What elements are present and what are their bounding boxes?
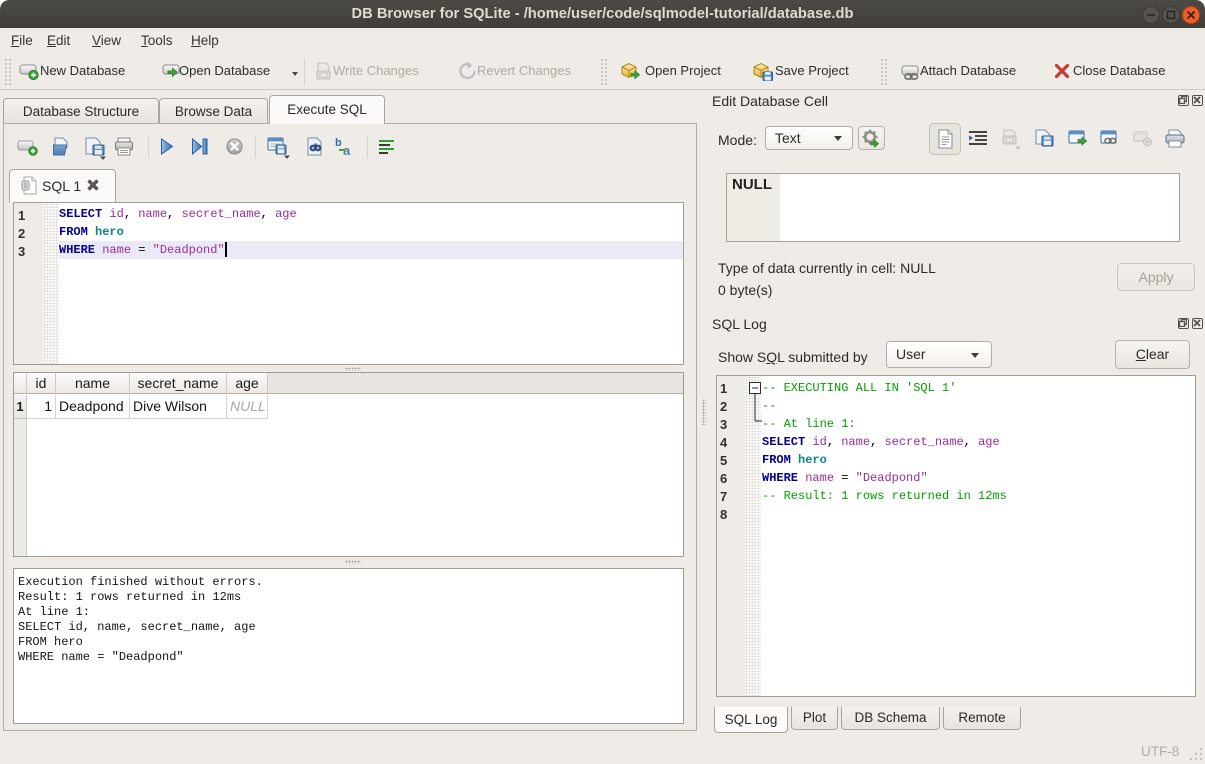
svg-text:b: b — [335, 137, 342, 149]
